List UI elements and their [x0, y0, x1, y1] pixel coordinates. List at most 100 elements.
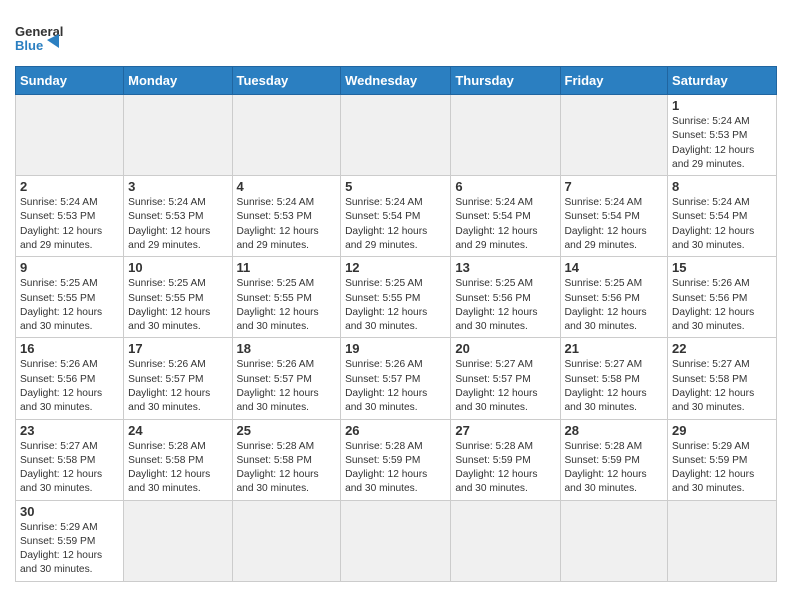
calendar-week-row: 2Sunrise: 5:24 AM Sunset: 5:53 PM Daylig…	[16, 176, 777, 257]
calendar-cell: 9Sunrise: 5:25 AM Sunset: 5:55 PM Daylig…	[16, 257, 124, 338]
day-number: 23	[20, 423, 119, 438]
day-number: 20	[455, 341, 555, 356]
calendar-cell	[668, 500, 777, 581]
calendar-cell	[560, 95, 668, 176]
calendar-cell: 25Sunrise: 5:28 AM Sunset: 5:58 PM Dayli…	[232, 419, 341, 500]
calendar-cell: 28 Sunrise: 5:28 AM Sunset: 5:59 PM Dayli…	[560, 419, 668, 500]
weekday-header-thursday: Thursday	[451, 67, 560, 95]
calendar-cell	[451, 95, 560, 176]
calendar-week-row: 16 Sunrise: 5:26 AM Sunset: 5:56 PM Dayli…	[16, 338, 777, 419]
calendar-cell: 18Sunrise: 5:26 AM Sunset: 5:57 PM Dayli…	[232, 338, 341, 419]
calendar-cell: 2Sunrise: 5:24 AM Sunset: 5:53 PM Daylig…	[16, 176, 124, 257]
calendar-cell: 17Sunrise: 5:26 AM Sunset: 5:57 PM Dayli…	[124, 338, 232, 419]
day-info: Sunrise: 5:24 AM Sunset: 5:53 PM Dayligh…	[672, 115, 772, 172]
day-number: 11	[237, 260, 337, 275]
day-info: Sunrise: 5:27 AM Sunset: 5:57 PM Dayligh…	[455, 358, 555, 415]
day-info: Sunrise: 5:27 AM Sunset: 5:58 PM Dayligh…	[672, 358, 772, 415]
calendar-cell: 22 Sunrise: 5:27 AM Sunset: 5:58 PM Dayli…	[668, 338, 777, 419]
calendar-cell: 30 Sunrise: 5:29 AM Sunset: 5:59 PM Dayli…	[16, 500, 124, 581]
calendar-cell: 20 Sunrise: 5:27 AM Sunset: 5:57 PM Dayli…	[451, 338, 560, 419]
day-number: 30	[20, 504, 119, 519]
calendar-cell	[16, 95, 124, 176]
calendar-cell: 29Sunrise: 5:29 AM Sunset: 5:59 PM Dayli…	[668, 419, 777, 500]
day-info: Sunrise: 5:25 AM Sunset: 5:56 PM Dayligh…	[565, 277, 664, 334]
day-number: 22	[672, 341, 772, 356]
calendar-cell: 14 Sunrise: 5:25 AM Sunset: 5:56 PM Dayli…	[560, 257, 668, 338]
day-number: 25	[237, 423, 337, 438]
day-number: 19	[345, 341, 446, 356]
calendar-cell: 21 Sunrise: 5:27 AM Sunset: 5:58 PM Dayli…	[560, 338, 668, 419]
day-info: Sunrise: 5:29 AM Sunset: 5:59 PM Dayligh…	[672, 440, 772, 497]
calendar-cell: 26Sunrise: 5:28 AM Sunset: 5:59 PM Dayli…	[341, 419, 451, 500]
weekday-header-monday: Monday	[124, 67, 232, 95]
day-info: Sunrise: 5:24 AM Sunset: 5:53 PM Dayligh…	[237, 196, 337, 253]
day-number: 14	[565, 260, 664, 275]
weekday-header-wednesday: Wednesday	[341, 67, 451, 95]
day-info: Sunrise: 5:24 AM Sunset: 5:53 PM Dayligh…	[128, 196, 227, 253]
calendar-cell: 10 Sunrise: 5:25 AM Sunset: 5:55 PM Dayli…	[124, 257, 232, 338]
day-info: Sunrise: 5:27 AM Sunset: 5:58 PM Dayligh…	[20, 440, 119, 497]
calendar-cell: 4 Sunrise: 5:24 AM Sunset: 5:53 PM Daylig…	[232, 176, 341, 257]
day-info: Sunrise: 5:27 AM Sunset: 5:58 PM Dayligh…	[565, 358, 664, 415]
calendar-cell: 15 Sunrise: 5:26 AM Sunset: 5:56 PM Dayli…	[668, 257, 777, 338]
day-number: 10	[128, 260, 227, 275]
day-info: Sunrise: 5:26 AM Sunset: 5:57 PM Dayligh…	[345, 358, 446, 415]
day-info: Sunrise: 5:24 AM Sunset: 5:54 PM Dayligh…	[565, 196, 664, 253]
calendar-week-row: 30 Sunrise: 5:29 AM Sunset: 5:59 PM Dayli…	[16, 500, 777, 581]
day-info: Sunrise: 5:29 AM Sunset: 5:59 PM Dayligh…	[20, 521, 119, 578]
calendar-cell	[341, 95, 451, 176]
svg-text:Blue: Blue	[15, 38, 43, 53]
calendar-cell	[124, 95, 232, 176]
calendar-week-row: 23 Sunrise: 5:27 AM Sunset: 5:58 PM Dayli…	[16, 419, 777, 500]
calendar-cell: 16 Sunrise: 5:26 AM Sunset: 5:56 PM Dayli…	[16, 338, 124, 419]
day-number: 4	[237, 179, 337, 194]
calendar-cell	[232, 500, 341, 581]
calendar-cell	[232, 95, 341, 176]
day-number: 28	[565, 423, 664, 438]
day-info: Sunrise: 5:28 AM Sunset: 5:59 PM Dayligh…	[565, 440, 664, 497]
day-number: 13	[455, 260, 555, 275]
calendar-cell: 7 Sunrise: 5:24 AM Sunset: 5:54 PM Daylig…	[560, 176, 668, 257]
calendar-cell: 5Sunrise: 5:24 AM Sunset: 5:54 PM Daylig…	[341, 176, 451, 257]
day-info: Sunrise: 5:24 AM Sunset: 5:53 PM Dayligh…	[20, 196, 119, 253]
day-info: Sunrise: 5:25 AM Sunset: 5:55 PM Dayligh…	[128, 277, 227, 334]
day-number: 16	[20, 341, 119, 356]
calendar-cell	[451, 500, 560, 581]
day-number: 15	[672, 260, 772, 275]
day-info: Sunrise: 5:26 AM Sunset: 5:57 PM Dayligh…	[128, 358, 227, 415]
day-number: 1	[672, 98, 772, 113]
day-number: 6	[455, 179, 555, 194]
calendar-cell: 27Sunrise: 5:28 AM Sunset: 5:59 PM Dayli…	[451, 419, 560, 500]
calendar-cell	[560, 500, 668, 581]
day-info: Sunrise: 5:26 AM Sunset: 5:56 PM Dayligh…	[20, 358, 119, 415]
calendar-cell: 12Sunrise: 5:25 AM Sunset: 5:55 PM Dayli…	[341, 257, 451, 338]
day-number: 18	[237, 341, 337, 356]
day-info: Sunrise: 5:25 AM Sunset: 5:56 PM Dayligh…	[455, 277, 555, 334]
day-number: 3	[128, 179, 227, 194]
day-info: Sunrise: 5:28 AM Sunset: 5:59 PM Dayligh…	[345, 440, 446, 497]
day-info: Sunrise: 5:26 AM Sunset: 5:56 PM Dayligh…	[672, 277, 772, 334]
calendar-cell: 11 Sunrise: 5:25 AM Sunset: 5:55 PM Dayli…	[232, 257, 341, 338]
day-number: 27	[455, 423, 555, 438]
calendar-header-row: SundayMondayTuesdayWednesdayThursdayFrid…	[16, 67, 777, 95]
day-number: 9	[20, 260, 119, 275]
weekday-header-sunday: Sunday	[16, 67, 124, 95]
weekday-header-saturday: Saturday	[668, 67, 777, 95]
day-number: 7	[565, 179, 664, 194]
day-number: 5	[345, 179, 446, 194]
calendar-cell: 13 Sunrise: 5:25 AM Sunset: 5:56 PM Dayli…	[451, 257, 560, 338]
calendar-week-row: 9 Sunrise: 5:25 AM Sunset: 5:55 PM Daylig…	[16, 257, 777, 338]
calendar-cell: 24Sunrise: 5:28 AM Sunset: 5:58 PM Dayli…	[124, 419, 232, 500]
calendar-table: SundayMondayTuesdayWednesdayThursdayFrid…	[15, 66, 777, 582]
calendar-cell: 6 Sunrise: 5:24 AM Sunset: 5:54 PM Daylig…	[451, 176, 560, 257]
weekday-header-tuesday: Tuesday	[232, 67, 341, 95]
calendar-cell: 3 Sunrise: 5:24 AM Sunset: 5:53 PM Daylig…	[124, 176, 232, 257]
calendar-cell	[124, 500, 232, 581]
day-info: Sunrise: 5:25 AM Sunset: 5:55 PM Dayligh…	[237, 277, 337, 334]
day-info: Sunrise: 5:28 AM Sunset: 5:58 PM Dayligh…	[128, 440, 227, 497]
calendar-cell: 8Sunrise: 5:24 AM Sunset: 5:54 PM Daylig…	[668, 176, 777, 257]
weekday-header-friday: Friday	[560, 67, 668, 95]
day-info: Sunrise: 5:24 AM Sunset: 5:54 PM Dayligh…	[455, 196, 555, 253]
calendar-week-row: 1 Sunrise: 5:24 AM Sunset: 5:53 PM Daylig…	[16, 95, 777, 176]
day-number: 21	[565, 341, 664, 356]
